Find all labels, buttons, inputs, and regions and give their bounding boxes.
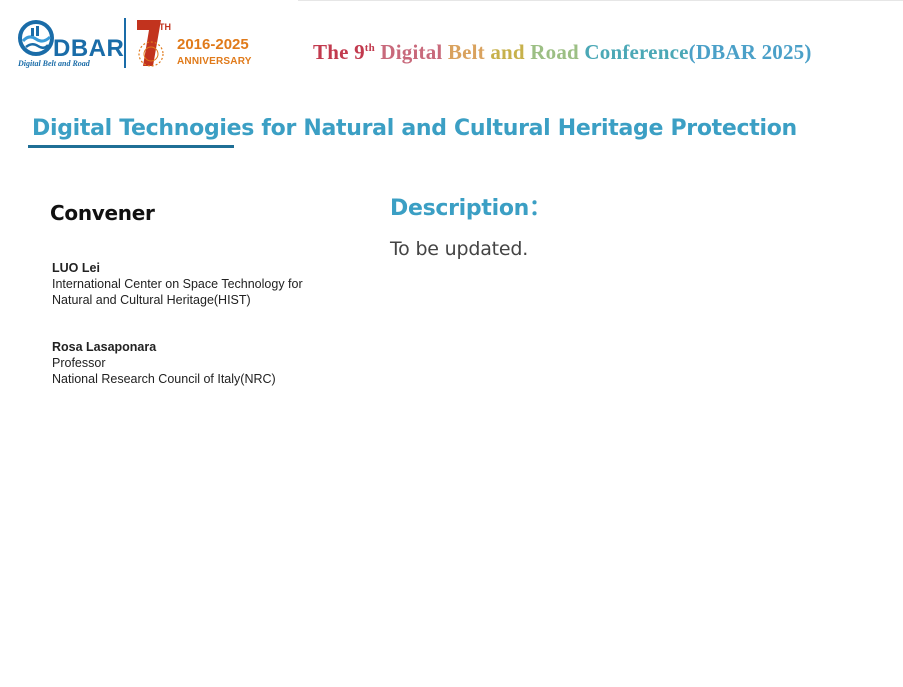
- convener-item: LUO Lei International Center on Space Te…: [52, 260, 303, 308]
- conf-title-the: The: [313, 40, 349, 64]
- conf-title-digital: Digital: [380, 40, 443, 64]
- conf-title-and: and: [490, 40, 525, 64]
- dbar-logo: DBAR Digital Belt and Road TH 2016-2025 …: [17, 16, 262, 72]
- conference-title: The 9th Digital Belt and Road Conference…: [313, 40, 812, 65]
- convener-affiliation: International Center on Space Technology…: [52, 277, 303, 291]
- conf-title-number: 9th: [354, 40, 375, 64]
- session-title: Digital Technogies for Natural and Cultu…: [32, 116, 797, 141]
- convener-position: Professor: [52, 356, 106, 370]
- conf-title-sup: th: [364, 42, 375, 54]
- convener-name: Rosa Lasaponara: [52, 340, 157, 354]
- convener-heading: Convener: [50, 201, 155, 225]
- logo-divider: [124, 18, 126, 68]
- conf-title-belt: Belt: [447, 40, 485, 64]
- conf-title-nine: 9: [354, 40, 365, 64]
- anniversary-years: 2016-2025: [177, 36, 249, 53]
- top-divider: [298, 0, 903, 1]
- conf-title-road: Road: [530, 40, 579, 64]
- dbar-tagline: Digital Belt and Road: [18, 59, 90, 68]
- anniversary-label: ANNIVERSARY: [177, 56, 252, 67]
- convener-affiliation: National Research Council of Italy(NRC): [52, 372, 276, 386]
- description-body: To be updated.: [390, 238, 529, 260]
- anniversary-badge-icon: TH: [137, 20, 171, 67]
- anniversary-suffix: TH: [159, 22, 171, 32]
- convener-item: Rosa Lasaponara Professor National Resea…: [52, 339, 276, 387]
- conf-title-dbar-year: (DBAR 2025): [688, 40, 812, 64]
- convener-affiliation: Natural and Cultural Heritage(HIST): [52, 293, 251, 307]
- session-title-underline: [28, 145, 234, 148]
- conf-title-conference: Conference: [584, 40, 689, 64]
- dbar-globe-icon: [18, 20, 54, 56]
- description-heading: Description：: [390, 196, 551, 221]
- convener-name: LUO Lei: [52, 261, 100, 275]
